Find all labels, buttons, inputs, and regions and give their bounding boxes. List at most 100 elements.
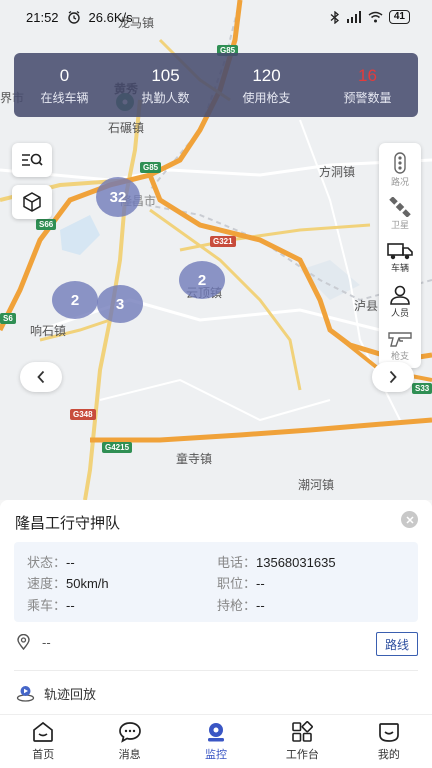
info-vehicle: 乘车：-- (27, 595, 75, 614)
network-speed: 26.6K/s (88, 9, 133, 25)
stat-value: 0 (59, 65, 70, 85)
tab-messages[interactable]: 消息 (86, 715, 172, 768)
place-label: 潮河镇 (298, 478, 335, 492)
tab-label: 首页 (32, 749, 55, 761)
tab-label: 监控 (205, 749, 228, 761)
cellular-signal-icon (346, 11, 361, 23)
road-badge: G85 (140, 162, 162, 173)
track-replay-button[interactable]: 轨迹回放 (16, 684, 96, 703)
info-post: 职位：-- (217, 573, 265, 592)
toolbar-label: 路况 (390, 177, 409, 187)
info-value: 13568031635 (256, 555, 336, 570)
map-cluster[interactable]: 3 (97, 285, 143, 323)
toolbar-label: 车辆 (390, 263, 409, 273)
toolbar-personnel[interactable]: 人员 (379, 280, 421, 324)
place-label: 方洞镇 (319, 165, 356, 179)
info-value: -- (66, 598, 75, 613)
stats-panel: 0 在线车辆 105 执勤人数 120 使用枪支 16 预警数量 (14, 53, 418, 117)
location-pin-icon (17, 634, 30, 650)
tab-monitor[interactable]: 监控 (173, 715, 259, 768)
info-value: -- (66, 555, 75, 570)
home-icon (33, 721, 54, 742)
monitor-icon (208, 723, 225, 742)
status-bar: 21:52 26.6K/s 41 (0, 0, 432, 34)
traffic-light-icon (394, 152, 406, 174)
message-icon (118, 722, 141, 743)
prev-button[interactable] (20, 362, 62, 392)
stat-warnings[interactable]: 16 预警数量 (317, 65, 418, 106)
route-button[interactable]: 路线 (376, 632, 418, 656)
place-label: 泸县 (354, 299, 379, 313)
person-icon (390, 285, 410, 305)
place-label: 石碾镇 (108, 121, 145, 135)
bluetooth-icon (330, 10, 339, 24)
list-search-button[interactable] (12, 143, 52, 177)
info-label: 速度： (27, 576, 67, 591)
wifi-icon (368, 11, 383, 23)
road-badge: S33 (412, 383, 432, 394)
info-value: -- (256, 576, 265, 591)
map-cluster[interactable]: 2 (52, 281, 98, 319)
info-label: 职位： (217, 576, 257, 591)
address-row: -- (17, 634, 51, 650)
info-label: 状态： (27, 555, 67, 570)
road-badge: G321 (210, 236, 236, 247)
profile-icon (378, 723, 399, 742)
road-badge: G4215 (102, 442, 133, 453)
list-search-icon (22, 153, 43, 166)
info-speed: 速度：50km/h (27, 573, 109, 592)
close-button[interactable] (401, 511, 418, 528)
close-icon (405, 515, 414, 524)
stat-label: 使用枪支 (242, 90, 291, 105)
detail-sheet: 隆昌工行守押队 状态：-- 电话：13568031635 速度：50km/h 职… (0, 500, 432, 714)
stat-value: 16 (358, 65, 377, 85)
map-cluster[interactable]: 32 (96, 177, 140, 217)
gun-icon (388, 332, 412, 347)
toolbar-label: 枪支 (390, 351, 409, 361)
satellite-icon (389, 197, 411, 217)
info-gun: 持枪：-- (217, 595, 265, 614)
info-card: 状态：-- 电话：13568031635 速度：50km/h 职位：-- 乘车：… (14, 542, 418, 622)
workbench-icon (292, 721, 314, 742)
cube-icon (23, 192, 41, 212)
stat-on-duty-personnel[interactable]: 105 执勤人数 (115, 65, 216, 106)
tab-profile[interactable]: 我的 (346, 715, 432, 768)
place-label: 童寺镇 (176, 452, 213, 466)
layers-button[interactable] (12, 185, 52, 219)
toolbar-vehicles[interactable]: 车辆 (379, 236, 421, 280)
toolbar-traffic[interactable]: 路况 (379, 148, 421, 192)
stat-value: 120 (252, 65, 281, 85)
address-text: -- (42, 634, 51, 650)
info-value: 50km/h (66, 576, 109, 591)
info-phone: 电话：13568031635 (217, 552, 336, 571)
divider (14, 670, 418, 671)
info-label: 持枪： (217, 598, 257, 613)
info-label: 电话： (217, 555, 257, 570)
next-button[interactable] (372, 362, 414, 392)
stat-online-vehicles[interactable]: 0 在线车辆 (14, 65, 115, 106)
stat-label: 在线车辆 (40, 90, 89, 105)
map-cluster[interactable]: 2 (179, 261, 225, 299)
info-value: -- (256, 598, 265, 613)
stat-guns-in-use[interactable]: 120 使用枪支 (216, 65, 317, 106)
road-badge: S66 (36, 219, 57, 230)
toolbar-satellite[interactable]: 卫星 (379, 192, 421, 236)
place-label: 响石镇 (30, 324, 67, 338)
alarm-icon (67, 10, 80, 24)
tab-label: 工作台 (285, 749, 319, 761)
toolbar-label: 卫星 (390, 220, 409, 230)
tab-home[interactable]: 首页 (0, 715, 86, 768)
road-badge: G348 (70, 409, 96, 420)
road-badge: S6 (0, 313, 16, 324)
tab-workbench[interactable]: 工作台 (259, 715, 345, 768)
chevron-right-icon (389, 370, 397, 384)
info-status: 状态：-- (27, 552, 75, 571)
chevron-left-icon (37, 370, 45, 384)
stat-label: 预警数量 (343, 90, 392, 105)
stat-value: 105 (151, 65, 180, 85)
battery-level: 41 (388, 10, 410, 24)
tab-label: 消息 (118, 749, 141, 761)
bottom-tab-bar: 首页 消息 监控 工作台 我的 (0, 714, 432, 768)
truck-icon (387, 243, 413, 260)
stat-label: 执勤人数 (141, 90, 190, 105)
